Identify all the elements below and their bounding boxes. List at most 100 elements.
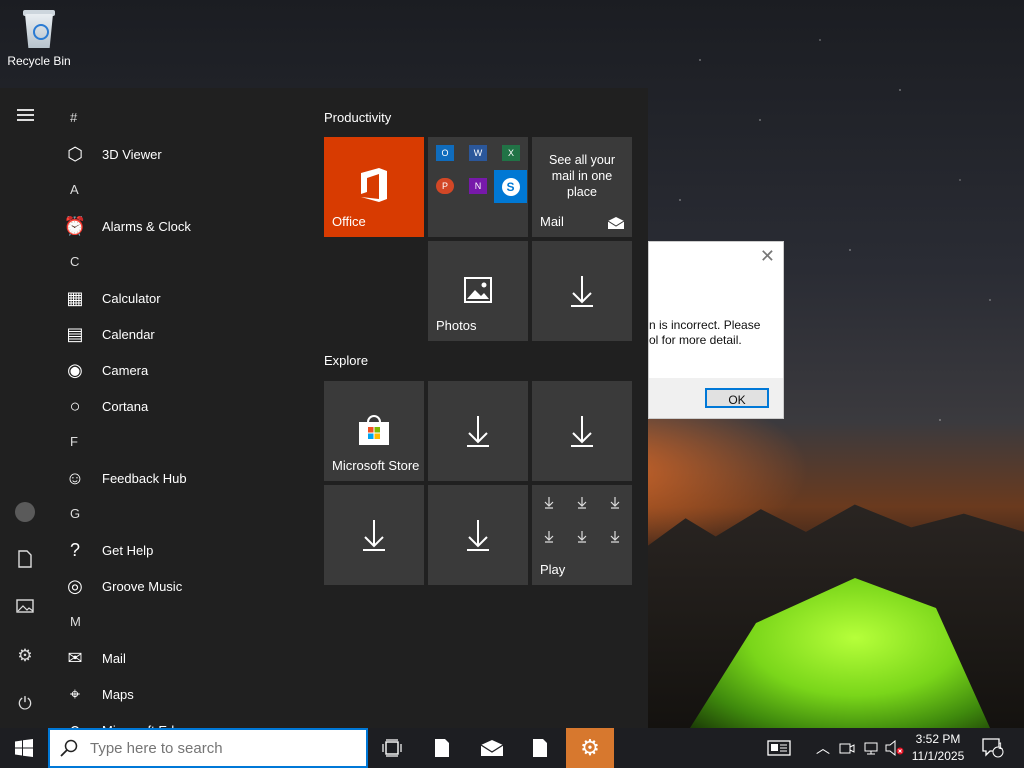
- app-list-item[interactable]: ◉ Camera: [56, 352, 306, 388]
- volume-muted-icon[interactable]: [884, 728, 906, 768]
- network-icon[interactable]: [860, 728, 882, 768]
- news-widget-button[interactable]: [764, 728, 794, 768]
- documents-icon[interactable]: [15, 550, 35, 570]
- mail-envelope-icon: [608, 217, 624, 229]
- meet-now-icon[interactable]: [838, 728, 856, 768]
- download-arrow-icon: [571, 276, 593, 307]
- cube-icon: ⬡: [67, 143, 83, 164]
- skype-icon[interactable]: S: [494, 170, 527, 203]
- play-folder-icons: [544, 497, 620, 543]
- download-tile-1[interactable]: [532, 241, 632, 341]
- feedback-icon: ☺: [65, 467, 85, 488]
- outlook-icon[interactable]: O: [436, 145, 454, 161]
- play-folder-tile[interactable]: Play: [532, 485, 632, 585]
- app-list-item[interactable]: ⬡ 3D Viewer: [56, 136, 306, 172]
- section-title-productivity: Productivity: [324, 110, 392, 125]
- document-icon: [435, 739, 449, 757]
- start-button[interactable]: [0, 728, 48, 768]
- help-icon: ?: [69, 539, 80, 560]
- dialog-ok-button[interactable]: OK: [705, 388, 769, 408]
- taskbar: ⚙ ︿ 3:52 PM 11/1/2025 1: [0, 728, 1024, 768]
- microsoft-store-tile[interactable]: Microsoft Store: [324, 381, 424, 481]
- hamburger-menu-icon[interactable]: [15, 106, 35, 126]
- taskbar-search-box[interactable]: [48, 728, 368, 768]
- app-list-item-label: Maps: [102, 686, 134, 702]
- app-list-group-header[interactable]: #: [56, 100, 306, 136]
- dialog-message: n is incorrect. Please ol for more detai…: [649, 318, 760, 348]
- task-view-button[interactable]: [368, 728, 416, 768]
- office-tile[interactable]: Office: [324, 137, 424, 237]
- pictures-icon[interactable]: [15, 598, 35, 618]
- taskbar-file-app-1[interactable]: [418, 728, 466, 768]
- action-center-button[interactable]: 1: [978, 728, 1008, 768]
- office-apps-tile[interactable]: O W X P N S: [428, 137, 528, 237]
- app-list-item[interactable]: ✉ Mail: [56, 640, 306, 676]
- app-list-item-label: 3D Viewer: [102, 146, 162, 162]
- taskbar-clock[interactable]: 3:52 PM 11/1/2025: [906, 731, 970, 765]
- word-icon[interactable]: W: [469, 145, 487, 161]
- start-menu: ⚙ ⏻ # ⬡ 3D Viewer A ⏰ Alarms & Clock C ▦ Calcula…: [0, 88, 648, 728]
- app-list-group-header[interactable]: A: [56, 172, 306, 208]
- download-arrow-icon: [467, 520, 489, 551]
- download-arrow-icon: [467, 416, 489, 447]
- settings-gear-icon: ⚙: [580, 735, 600, 760]
- photos-tile-label: Photos: [436, 318, 477, 333]
- dialog-message-line-1: n is incorrect. Please: [649, 318, 761, 332]
- maps-icon: ⌖: [69, 683, 81, 704]
- start-rail: ⚙ ⏻: [0, 88, 50, 728]
- photos-tile[interactable]: Photos: [428, 241, 528, 341]
- app-list-item[interactable]: ▦ Calculator: [56, 280, 306, 316]
- app-list-item[interactable]: ⌖ Maps: [56, 676, 306, 712]
- app-list-item[interactable]: ▤ Calendar: [56, 316, 306, 352]
- app-list: # ⬡ 3D Viewer A ⏰ Alarms & Clock C ▦ Calculator ▤…: [56, 100, 306, 728]
- mail-tile-promo: See all your mail in one place: [548, 153, 615, 199]
- download-arrow-icon: [571, 416, 593, 447]
- download-tile-2[interactable]: [428, 381, 528, 481]
- chevron-up-icon: ︿: [816, 740, 830, 756]
- powerpoint-icon[interactable]: P: [436, 178, 454, 194]
- download-tile-3[interactable]: [532, 381, 632, 481]
- app-list-item[interactable]: ? Get Help: [56, 532, 306, 568]
- power-icon[interactable]: ⏻: [15, 694, 35, 714]
- calculator-icon: ▦: [66, 287, 84, 308]
- clock-date: 11/1/2025: [911, 749, 965, 763]
- taskbar-mail-app[interactable]: [468, 728, 516, 768]
- clock-time: 3:52 PM: [915, 732, 961, 746]
- settings-gear-icon[interactable]: ⚙: [15, 646, 35, 666]
- windows-logo-icon: [15, 739, 33, 757]
- task-view-icon: [382, 739, 402, 757]
- microsoft-store-tile-label: Microsoft Store: [332, 458, 420, 473]
- notification-count: 1: [998, 741, 1004, 751]
- show-hidden-icons-button[interactable]: ︿: [814, 728, 832, 768]
- app-list-group-header[interactable]: G: [56, 496, 306, 532]
- app-list-group-header[interactable]: F: [56, 424, 306, 460]
- search-input[interactable]: [88, 738, 352, 758]
- alarm-clock-icon: ⏰: [63, 215, 87, 236]
- search-icon: [60, 739, 78, 757]
- dialog-close-button[interactable]: ✕: [760, 246, 775, 267]
- taskbar-settings-app[interactable]: ⚙: [566, 728, 614, 768]
- camera-icon: ◉: [67, 359, 83, 380]
- app-list-item[interactable]: ☺ Feedback Hub: [56, 460, 306, 496]
- app-list-item[interactable]: ◎ Groove Music: [56, 568, 306, 604]
- photos-icon: [464, 277, 492, 303]
- app-list-item[interactable]: ○ Cortana: [56, 388, 306, 424]
- excel-icon[interactable]: X: [502, 145, 520, 161]
- taskbar-file-app-2[interactable]: [516, 728, 564, 768]
- mail-icon: ✉: [67, 647, 83, 668]
- mail-tile[interactable]: See all your mail in one place Mail: [532, 137, 632, 237]
- user-account-icon[interactable]: [15, 502, 35, 522]
- recycle-bin-shortcut[interactable]: Recycle Bin: [6, 6, 72, 68]
- download-tile-5[interactable]: [428, 485, 528, 585]
- app-list-item-label: Calculator: [102, 290, 161, 306]
- app-list-group-header[interactable]: C: [56, 244, 306, 280]
- app-list-group-header[interactable]: M: [56, 604, 306, 640]
- app-list-item[interactable]: eMicrosoft Edge: [56, 712, 306, 729]
- onenote-icon[interactable]: N: [469, 178, 487, 194]
- download-tile-4[interactable]: [324, 485, 424, 585]
- office-logo-icon: [361, 168, 387, 202]
- store-bag-icon: [359, 415, 389, 445]
- app-list-item-label: Groove Music: [102, 578, 183, 594]
- calendar-icon: ▤: [66, 323, 84, 344]
- app-list-item[interactable]: ⏰ Alarms & Clock: [56, 208, 306, 244]
